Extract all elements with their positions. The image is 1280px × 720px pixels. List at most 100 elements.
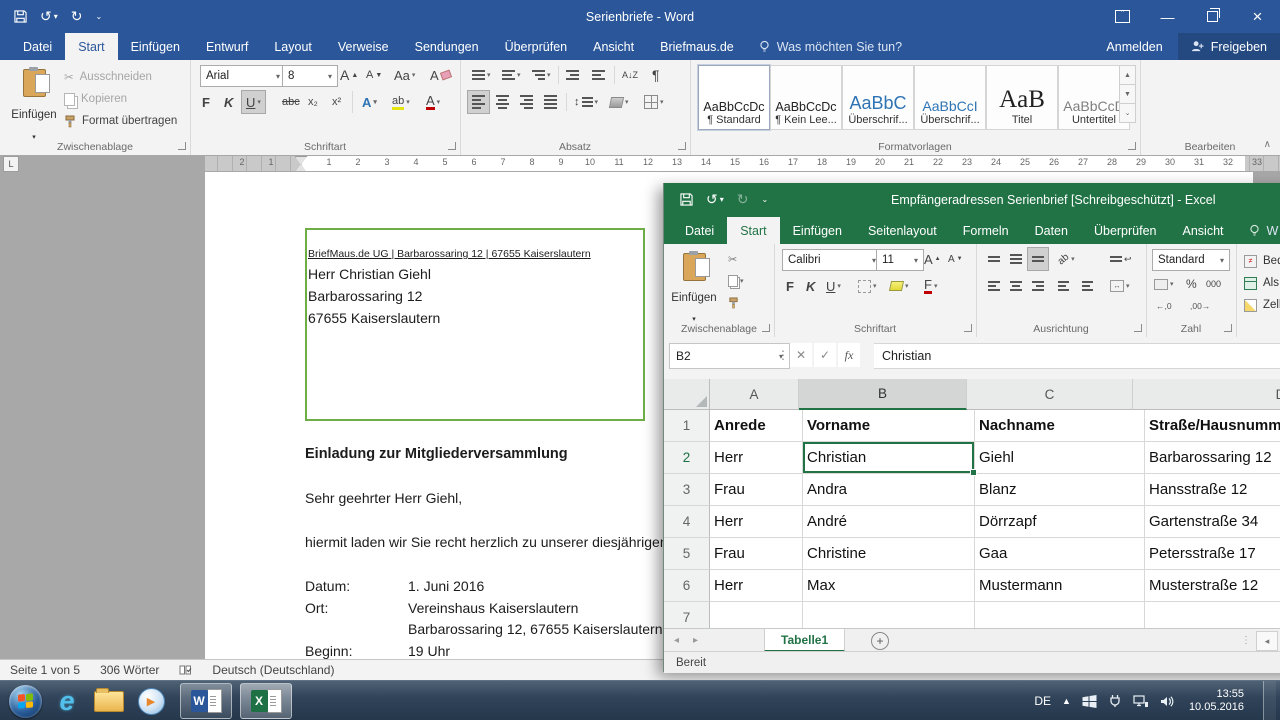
excel-tab-überprüfen[interactable]: Überprüfen [1081,217,1170,244]
merge-center-button[interactable]: ↔▾ [1106,275,1134,297]
address-frame[interactable]: BriefMaus.de UG | Barbarossaring 12 | 67… [305,228,645,421]
paste-button[interactable]: Einfügen ▾ [672,248,716,326]
multilevel-list-button[interactable]: ▾ [528,64,555,86]
column-header-c[interactable]: C [967,379,1133,410]
font-color-button[interactable]: A▾ [422,91,444,113]
text-effects-button[interactable]: A▾ [358,91,381,113]
word-tab-start[interactable]: Start [65,33,117,60]
ribbon-display-options-button[interactable]: ⌃ [1100,0,1145,33]
bold-button[interactable]: F [782,275,798,297]
paste-dropdown[interactable]: ▾ [32,133,36,141]
change-case-button[interactable]: Aa▾ [390,64,419,86]
word-tab-entwurf[interactable]: Entwurf [193,33,261,60]
align-right-button[interactable] [1028,275,1048,297]
word-tab-datei[interactable]: Datei [10,33,65,60]
tell-me-box[interactable]: Was möchten Sie tun? [759,33,902,60]
subscript-button[interactable]: x₂ [304,91,322,113]
align-left-button[interactable] [984,275,1004,297]
row-header-3[interactable]: 3 [664,474,710,506]
undo-button[interactable]: ↺▾ [706,191,724,208]
copy-button[interactable]: ▾ [724,270,748,292]
media-player-button[interactable]: ▶ [130,682,172,720]
number-format-combo[interactable]: Standard▾ [1152,249,1230,271]
word-count-status[interactable]: 306 Wörter [100,663,159,677]
increase-decimal-button[interactable]: ←,0 [1152,295,1176,317]
middle-align-button[interactable] [1006,248,1026,270]
grow-font-button[interactable]: A▲ [336,64,362,86]
cut-button[interactable]: ✂ [724,248,741,270]
align-center-button[interactable] [1006,275,1026,297]
cell-d3[interactable]: Hansstraße 12 [1145,474,1280,506]
line-spacing-button[interactable]: ↕▾ [570,91,602,113]
conditional-formatting-button[interactable]: ≠ Bedingte Formatierung▾ [1244,252,1280,270]
clock[interactable]: 13:55 10.05.2016 [1189,688,1244,715]
cell-d1[interactable]: Straße/Hausnummer [1145,410,1280,442]
column-header-a[interactable]: A [710,379,799,410]
tell-me-box[interactable]: W [1249,217,1279,244]
excel-taskbar-button[interactable]: X [240,683,292,719]
customize-qat-button[interactable]: ⌄ [761,195,768,204]
align-left-button[interactable] [468,91,489,113]
underline-button[interactable]: U▾ [242,91,265,113]
page-count-status[interactable]: Seite 1 von 5 [10,663,80,677]
sort-button[interactable]: A↓Z [618,64,642,86]
word-tab-sendungen[interactable]: Sendungen [402,33,492,60]
word-tab-ansicht[interactable]: Ansicht [580,33,647,60]
next-sheet-button[interactable]: ▸ [693,635,698,646]
namebox-splitter[interactable]: ⋮ [778,343,788,367]
justify-button[interactable] [540,91,561,113]
decrease-indent-button[interactable] [562,64,583,86]
close-button[interactable]: × [1235,0,1280,33]
internet-explorer-button[interactable]: e [46,682,88,720]
collapse-ribbon-button[interactable]: ∧ [1264,139,1271,150]
row-header-2[interactable]: 2 [664,442,710,474]
cell-styles-button[interactable]: Zellenformatvorlagen▾ [1244,296,1280,314]
previous-sheet-button[interactable]: ◂ [674,635,679,646]
horizontal-ruler[interactable]: 1212345678910111213141516171819202122232… [205,156,1280,171]
fill-color-button[interactable]: ▾ [886,275,913,297]
cell-c5[interactable]: Gaa [975,538,1145,570]
restore-button[interactable] [1190,0,1235,33]
cell-a5[interactable]: Frau [710,538,803,570]
bottom-align-button[interactable] [1028,248,1048,270]
italic-button[interactable]: K [220,91,237,113]
cell-a4[interactable]: Herr [710,506,803,538]
style-titel[interactable]: AaBTitel [986,65,1058,130]
language-indicator[interactable]: DE [1034,694,1051,708]
cell-c6[interactable]: Mustermann [975,570,1145,602]
cell-b5[interactable]: Christine [803,538,975,570]
cell-b7[interactable] [803,602,975,628]
font-size-combo[interactable]: 11▾ [876,249,924,271]
italic-button[interactable]: K [802,275,819,297]
style-überschrif-[interactable]: AaBbCÜberschrif... [842,65,914,130]
word-tab-verweise[interactable]: Verweise [325,33,402,60]
cell-c7[interactable] [975,602,1145,628]
top-align-button[interactable] [984,248,1004,270]
font-size-combo[interactable]: 8▾ [282,65,338,87]
save-icon[interactable] [680,193,693,206]
bullets-button[interactable]: ▾ [468,64,495,86]
format-painter-button[interactable] [724,292,743,314]
cell-a6[interactable]: Herr [710,570,803,602]
horizontal-scroll-left-button[interactable]: ◂ [1256,631,1278,651]
cancel-button[interactable]: ✕ [790,343,812,367]
styles-scroll-up[interactable]: ▲ [1119,65,1136,85]
excel-tab-datei[interactable]: Datei [672,217,727,244]
styles-more-button[interactable]: ⌄ [1119,103,1136,123]
add-sheet-button[interactable]: + [871,632,889,650]
sheet-tab-tabelle1[interactable]: Tabelle1 [764,629,845,652]
excel-tab-daten[interactable]: Daten [1022,217,1081,244]
word-taskbar-button[interactable]: W [180,683,232,719]
align-right-button[interactable] [516,91,537,113]
scrollbar-resize-handle[interactable]: ⋮ [1241,629,1251,652]
cell-d6[interactable]: Musterstraße 12 [1145,570,1280,602]
font-dialog-launcher[interactable] [964,324,972,332]
wrap-text-button[interactable]: ↩ [1106,248,1136,270]
enter-button[interactable]: ✓ [814,343,836,367]
cell-b2[interactable]: Christian [803,442,975,474]
font-name-combo[interactable]: Calibri▾ [782,249,882,271]
thousands-button[interactable]: 000 [1202,273,1225,295]
highlight-button[interactable]: ab▾ [388,91,414,113]
excel-tab-start[interactable]: Start [727,217,779,244]
font-name-combo[interactable]: Arial▾ [200,65,286,87]
